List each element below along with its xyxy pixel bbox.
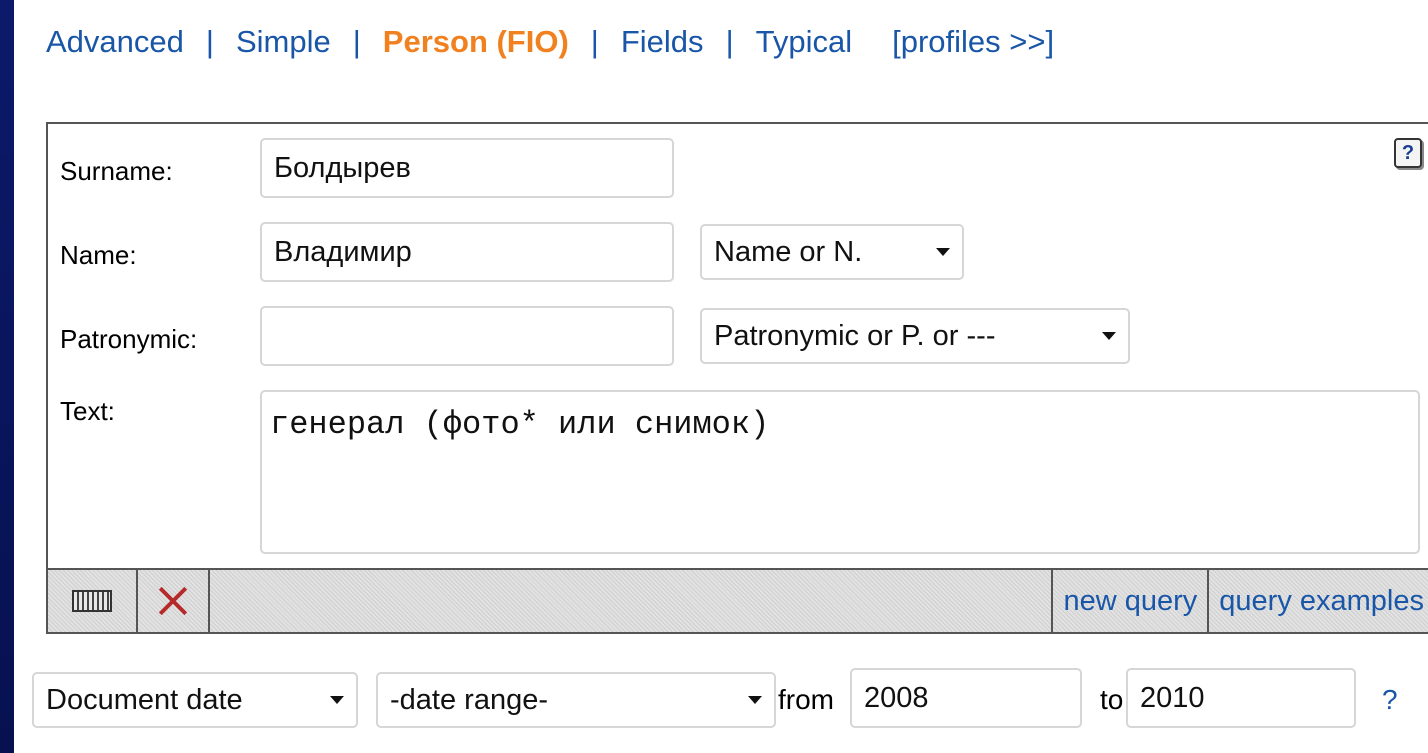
tab-person[interactable]: Person (FIO) xyxy=(383,24,569,60)
close-icon xyxy=(158,586,188,616)
chevron-down-icon xyxy=(1102,332,1116,340)
query-examples-link[interactable]: query examples xyxy=(1209,570,1428,632)
date-type-select[interactable]: Document date xyxy=(32,672,358,728)
name-mode-value: Name or N. xyxy=(714,235,863,268)
text-query-input[interactable]: генерал (фото* или снимок) xyxy=(260,390,1420,554)
person-search-form: ? Surname: Болдырев Name: Владимир Name … xyxy=(46,122,1428,634)
text-label: Text: xyxy=(60,396,115,426)
date-type-value: Document date xyxy=(46,683,243,716)
date-from-input[interactable]: 2008 xyxy=(850,668,1082,728)
date-range-value: -date range- xyxy=(390,683,548,716)
date-range-select[interactable]: -date range- xyxy=(376,672,776,728)
tab-separator: | xyxy=(725,24,734,59)
name-input[interactable]: Владимир xyxy=(260,222,674,282)
date-help-link[interactable]: ? xyxy=(1382,684,1398,716)
tab-advanced[interactable]: Advanced xyxy=(46,24,184,60)
search-mode-tabs: Advanced | Simple | Person (FIO) | Field… xyxy=(46,24,1054,60)
form-toolbar: new query query examples xyxy=(48,568,1428,632)
search-page: Advanced | Simple | Person (FIO) | Field… xyxy=(14,0,1428,753)
clear-button[interactable] xyxy=(138,570,210,632)
tab-separator: | xyxy=(205,24,214,59)
tab-separator: | xyxy=(352,24,361,59)
chevron-down-icon xyxy=(330,696,344,704)
profiles-link[interactable]: [profiles >>] xyxy=(892,24,1054,60)
date-to-input[interactable]: 2010 xyxy=(1126,668,1356,728)
from-label: from xyxy=(778,684,834,715)
tab-separator: | xyxy=(590,24,599,59)
tab-fields[interactable]: Fields xyxy=(621,24,704,60)
name-mode-select[interactable]: Name or N. xyxy=(700,224,964,280)
help-icon[interactable]: ? xyxy=(1394,138,1422,168)
patronymic-mode-select[interactable]: Patronymic or P. or --- xyxy=(700,308,1130,364)
patronymic-input[interactable] xyxy=(260,306,674,366)
patronymic-label: Patronymic: xyxy=(60,324,198,354)
name-label: Name: xyxy=(60,240,137,270)
keyboard-button[interactable] xyxy=(48,570,138,632)
new-query-link[interactable]: new query xyxy=(1053,570,1210,632)
patronymic-mode-value: Patronymic or P. or --- xyxy=(714,319,996,352)
surname-input[interactable]: Болдырев xyxy=(260,138,674,198)
chevron-down-icon xyxy=(748,696,762,704)
surname-label: Surname: xyxy=(60,156,173,186)
toolbar-spacer xyxy=(210,570,1054,632)
to-label: to xyxy=(1100,684,1124,715)
tab-typical[interactable]: Typical xyxy=(756,24,852,60)
chevron-down-icon xyxy=(936,248,950,256)
keyboard-icon xyxy=(72,590,112,612)
tab-simple[interactable]: Simple xyxy=(236,24,331,60)
